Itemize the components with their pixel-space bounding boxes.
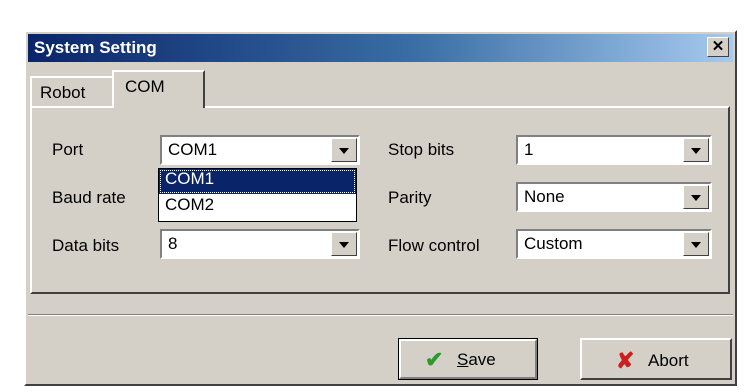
tab-com[interactable]: COM xyxy=(112,70,205,108)
port-option-com2[interactable]: COM2 xyxy=(159,195,356,220)
flow-control-select[interactable]: Custom xyxy=(516,229,712,259)
checkmark-icon: ✔ xyxy=(425,347,444,372)
port-option-com1[interactable]: COM1 xyxy=(159,169,356,194)
chevron-down-icon[interactable] xyxy=(683,138,709,162)
title-bar[interactable]: System Setting ✕ xyxy=(28,34,733,62)
port-value: COM1 xyxy=(168,140,218,159)
save-button[interactable]: ✔ Save xyxy=(398,338,538,380)
abort-button-label: Abort xyxy=(648,351,689,370)
port-select[interactable]: COM1 xyxy=(160,135,360,165)
x-icon: ✘ xyxy=(616,348,635,373)
close-icon: ✕ xyxy=(711,38,725,55)
stop-bits-label: Stop bits xyxy=(388,140,455,159)
data-bits-select[interactable]: 8 xyxy=(160,229,360,259)
save-button-label: Save xyxy=(457,350,496,369)
baud-rate-label: Baud rate xyxy=(52,188,126,207)
chevron-down-icon[interactable] xyxy=(331,138,357,162)
footer-divider xyxy=(28,314,733,316)
port-label: Port xyxy=(52,140,84,159)
tab-com-label: COM xyxy=(125,77,165,96)
tab-robot[interactable]: Robot xyxy=(30,76,114,106)
port-dropdown-list: COM1 COM2 xyxy=(158,168,357,222)
tab-robot-label: Robot xyxy=(40,83,86,102)
flow-control-value: Custom xyxy=(524,234,583,253)
system-setting-dialog: System Setting ✕ Robot COM Port COM1 Bau… xyxy=(24,30,737,386)
flow-control-label: Flow control xyxy=(388,236,480,255)
chevron-down-icon[interactable] xyxy=(331,232,357,256)
abort-button[interactable]: ✘ Abort xyxy=(580,338,732,380)
data-bits-value: 8 xyxy=(168,234,178,253)
close-button[interactable]: ✕ xyxy=(707,37,729,57)
parity-select[interactable]: None xyxy=(516,182,712,212)
parity-label: Parity xyxy=(388,188,432,207)
port-option-label: COM2 xyxy=(165,195,215,214)
port-option-label: COM1 xyxy=(165,169,215,188)
dialog-title: System Setting xyxy=(34,38,157,57)
chevron-down-icon[interactable] xyxy=(683,185,709,209)
parity-value: None xyxy=(524,187,565,206)
stop-bits-value: 1 xyxy=(524,140,534,159)
chevron-down-icon[interactable] xyxy=(683,232,709,256)
stop-bits-select[interactable]: 1 xyxy=(516,135,712,165)
data-bits-label: Data bits xyxy=(52,236,120,255)
